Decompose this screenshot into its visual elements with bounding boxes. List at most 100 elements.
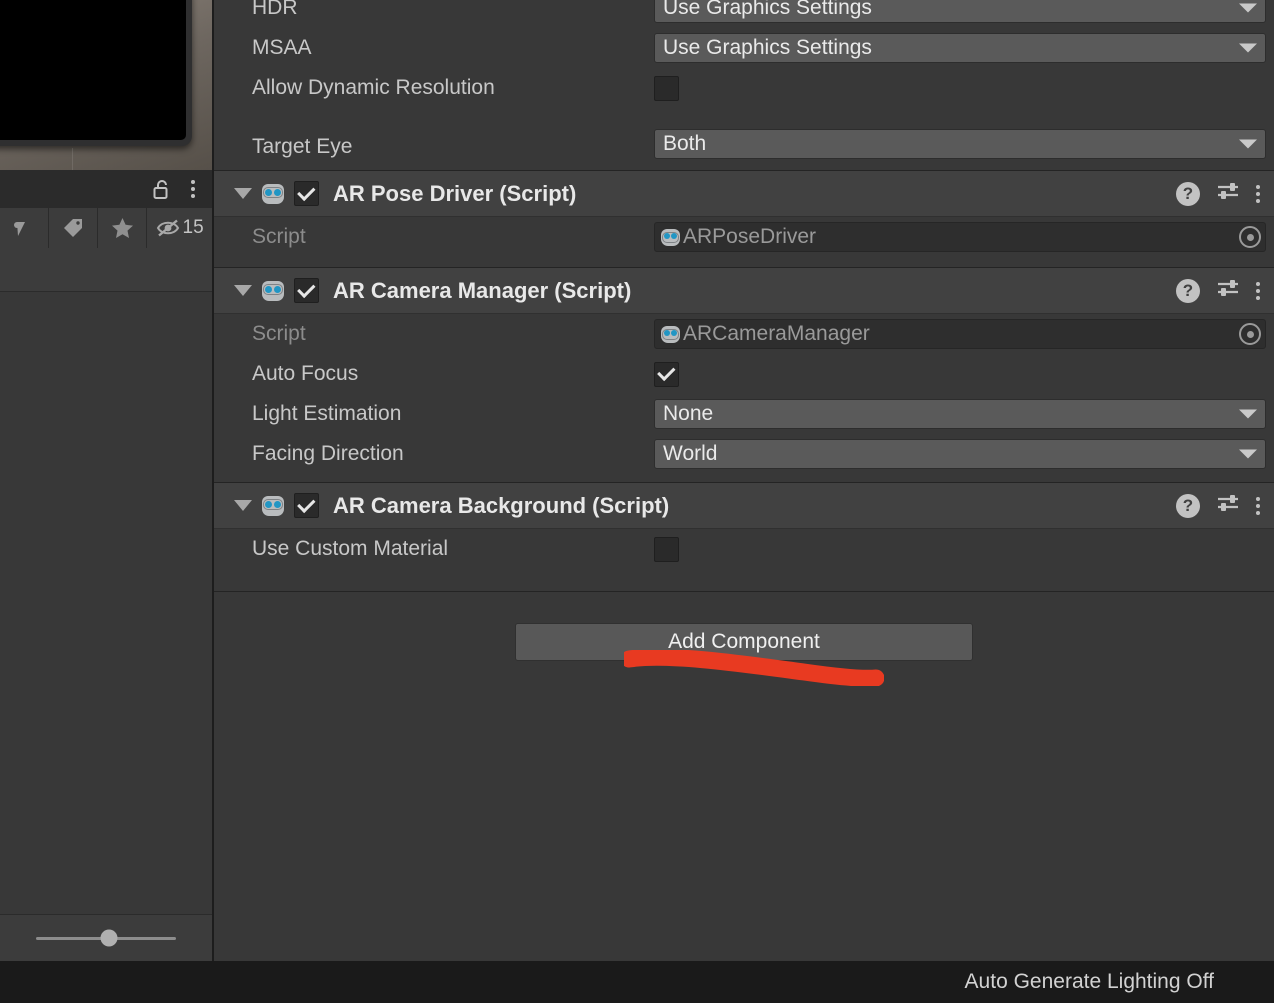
hierarchy-search-strip[interactable] bbox=[0, 248, 212, 292]
checkbox-allow-dynamic-resolution[interactable] bbox=[654, 75, 679, 101]
zoom-slider-handle[interactable] bbox=[100, 929, 118, 947]
label-use-custom-material: Use Custom Material bbox=[252, 537, 449, 560]
property-row-script: Script ARCameraManager bbox=[214, 314, 1274, 354]
device-frame bbox=[0, 0, 192, 146]
label-auto-focus: Auto Focus bbox=[252, 362, 359, 385]
hierarchy-list[interactable] bbox=[0, 292, 212, 914]
property-row-auto-focus: Auto Focus bbox=[214, 354, 1274, 394]
more-menu-icon[interactable] bbox=[183, 178, 203, 200]
preset-icon[interactable] bbox=[1216, 180, 1240, 207]
component-actions: ? bbox=[1176, 180, 1274, 207]
add-component-button[interactable]: Add Component bbox=[515, 622, 973, 661]
more-menu-icon[interactable] bbox=[1256, 281, 1260, 300]
dropdown-light-estimation-value: None bbox=[663, 402, 714, 425]
chevron-down-icon bbox=[1239, 409, 1257, 419]
chevron-down-icon bbox=[1239, 3, 1257, 13]
object-field-value: ARCameraManager bbox=[683, 322, 870, 345]
left-panel: 15 bbox=[0, 0, 212, 961]
component-body-ar-camera-manager: Script ARCameraManager Auto Focus Light … bbox=[214, 314, 1274, 482]
component-enabled-checkbox[interactable] bbox=[294, 181, 319, 206]
label-allow-dynamic-resolution: Allow Dynamic Resolution bbox=[252, 76, 495, 99]
hierarchy-panel-header bbox=[0, 170, 212, 208]
component-actions: ? bbox=[1176, 277, 1274, 304]
help-icon[interactable]: ? bbox=[1176, 181, 1200, 206]
zoom-slider-bar bbox=[0, 914, 212, 961]
component-title: AR Camera Manager (Script) bbox=[333, 277, 632, 303]
property-row-light-estimation: Light Estimation None bbox=[214, 394, 1274, 434]
hierarchy-toolbar: 15 bbox=[0, 208, 212, 248]
component-body-ar-pose-driver: Script ARPoseDriver bbox=[214, 217, 1274, 267]
property-row-hdr: HDR Use Graphics Settings bbox=[214, 0, 1274, 28]
script-icon bbox=[661, 228, 680, 246]
preset-icon[interactable] bbox=[1216, 277, 1240, 304]
foldout-arrow-icon[interactable] bbox=[234, 500, 252, 511]
property-row-allow-dynamic-resolution: Allow Dynamic Resolution bbox=[214, 68, 1274, 108]
chevron-down-icon bbox=[1239, 449, 1257, 459]
zoom-slider[interactable] bbox=[36, 929, 176, 947]
component-header-ar-pose-driver[interactable]: AR Pose Driver (Script) ? bbox=[214, 170, 1274, 217]
label-light-estimation: Light Estimation bbox=[252, 402, 402, 425]
property-row-script: Script ARPoseDriver bbox=[214, 217, 1274, 257]
object-field-value: ARPoseDriver bbox=[683, 225, 817, 248]
label-script: Script bbox=[252, 225, 306, 248]
dropdown-target-eye[interactable]: Both bbox=[654, 129, 1266, 159]
checkbox-auto-focus[interactable] bbox=[654, 361, 679, 387]
component-enabled-checkbox[interactable] bbox=[294, 493, 319, 518]
hidden-objects-count: 15 bbox=[182, 217, 204, 238]
device-screen bbox=[0, 0, 186, 140]
lock-open-icon[interactable] bbox=[151, 178, 171, 200]
object-field-script[interactable]: ARPoseDriver bbox=[654, 222, 1266, 252]
script-icon bbox=[661, 325, 680, 343]
preset-icon[interactable] bbox=[1216, 492, 1240, 519]
component-title: AR Camera Background (Script) bbox=[333, 492, 670, 518]
component-actions: ? bbox=[1176, 492, 1274, 519]
property-row-use-custom-material: Use Custom Material bbox=[214, 529, 1274, 569]
star-icon[interactable] bbox=[98, 208, 148, 248]
foldout-arrow-icon[interactable] bbox=[234, 285, 252, 296]
surface-seam bbox=[72, 148, 73, 170]
checkbox-use-custom-material[interactable] bbox=[654, 536, 679, 562]
effects-icon[interactable] bbox=[0, 208, 50, 248]
dropdown-light-estimation[interactable]: None bbox=[654, 399, 1266, 429]
chevron-down-icon bbox=[1239, 139, 1257, 149]
dropdown-facing-direction-value: World bbox=[663, 442, 718, 465]
inspector-panel: HDR Use Graphics Settings MSAA Use Graph… bbox=[214, 0, 1274, 961]
script-icon bbox=[262, 183, 284, 204]
game-view-preview[interactable] bbox=[0, 0, 212, 170]
dropdown-facing-direction[interactable]: World bbox=[654, 439, 1266, 469]
status-bar[interactable]: Auto Generate Lighting Off bbox=[0, 961, 1274, 1003]
dropdown-hdr[interactable]: Use Graphics Settings bbox=[654, 0, 1266, 23]
property-row-facing-direction: Facing Direction World bbox=[214, 434, 1274, 474]
object-field-script[interactable]: ARCameraManager bbox=[654, 319, 1266, 349]
chevron-down-icon bbox=[1239, 43, 1257, 53]
help-icon[interactable]: ? bbox=[1176, 278, 1200, 303]
property-row-msaa: MSAA Use Graphics Settings bbox=[214, 28, 1274, 68]
dropdown-msaa[interactable]: Use Graphics Settings bbox=[654, 33, 1266, 63]
more-menu-icon[interactable] bbox=[1256, 496, 1260, 515]
dropdown-hdr-value: Use Graphics Settings bbox=[663, 0, 872, 19]
label-script: Script bbox=[252, 322, 306, 345]
component-header-ar-camera-manager[interactable]: AR Camera Manager (Script) ? bbox=[214, 267, 1274, 314]
unity-editor-window: 15 HDR Use Graphics Settings MSAA Use Gr… bbox=[0, 0, 1274, 1003]
label-msaa: MSAA bbox=[252, 36, 312, 59]
status-message: Auto Generate Lighting Off bbox=[964, 970, 1214, 993]
add-component-zone: Add Component bbox=[214, 591, 1274, 691]
tag-icon[interactable] bbox=[49, 208, 99, 248]
component-body-ar-camera-background: Use Custom Material bbox=[214, 529, 1274, 591]
label-hdr: HDR bbox=[252, 0, 298, 19]
label-facing-direction: Facing Direction bbox=[252, 442, 404, 465]
script-icon bbox=[262, 280, 284, 301]
component-header-ar-camera-background[interactable]: AR Camera Background (Script) ? bbox=[214, 482, 1274, 529]
foldout-arrow-icon[interactable] bbox=[234, 188, 252, 199]
object-picker-icon[interactable] bbox=[1239, 323, 1261, 345]
dropdown-target-eye-value: Both bbox=[663, 132, 707, 155]
more-menu-icon[interactable] bbox=[1256, 184, 1260, 203]
component-enabled-checkbox[interactable] bbox=[294, 278, 319, 303]
object-picker-icon[interactable] bbox=[1239, 226, 1261, 248]
script-icon bbox=[262, 495, 284, 516]
hidden-objects-toggle[interactable]: 15 bbox=[147, 208, 212, 248]
kebab-dots bbox=[191, 180, 195, 198]
label-target-eye: Target Eye bbox=[252, 135, 353, 158]
property-row-target-eye: Target Eye Both bbox=[214, 108, 1274, 164]
help-icon[interactable]: ? bbox=[1176, 493, 1200, 518]
